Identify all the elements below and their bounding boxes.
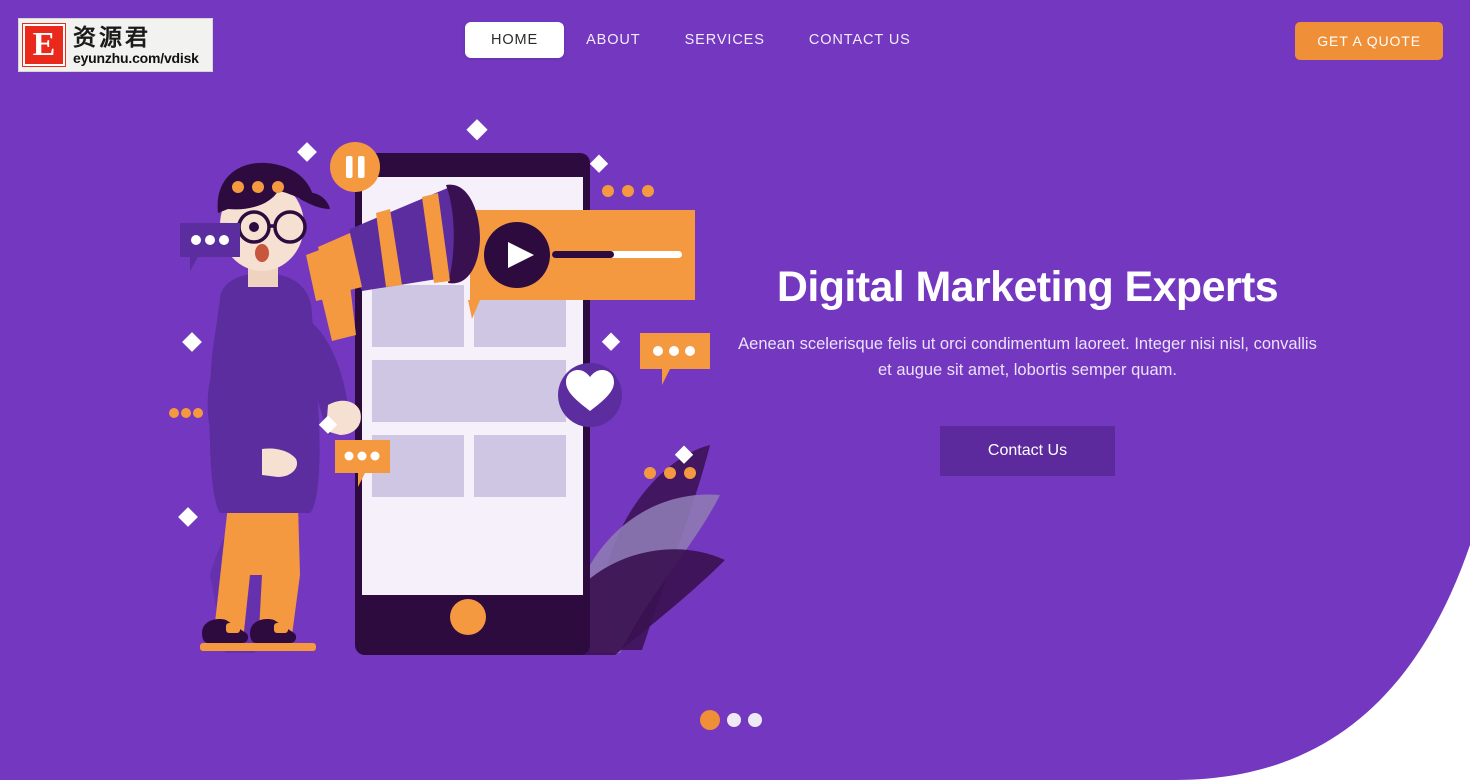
- carousel-dot-3[interactable]: [748, 713, 762, 727]
- hero-page: E 资源君 eyunzhu.com/vdisk HOME ABOUT SERVI…: [0, 0, 1470, 780]
- logo-chinese-name: 资源君: [73, 24, 151, 50]
- chat-bubble-left-top: [180, 223, 240, 271]
- nav-item-home[interactable]: HOME: [465, 22, 565, 58]
- logo-text-group: 资源君 eyunzhu.com/vdisk: [73, 26, 199, 65]
- logo-letter-mark: E: [22, 23, 66, 67]
- phone-home-button: [450, 599, 486, 635]
- get-a-quote-button[interactable]: GET A QUOTE: [1295, 22, 1443, 60]
- nav-item-about[interactable]: ABOUT: [564, 22, 662, 58]
- chat-bubble-orange-right: [640, 333, 710, 385]
- heart-badge: [558, 363, 622, 427]
- hero-illustration: [150, 105, 750, 675]
- nav-links: HOME ABOUT SERVICES CONTACT US: [465, 22, 933, 58]
- hero-title: Digital Marketing Experts: [776, 263, 1279, 311]
- hero-subtitle: Aenean scelerisque felis ut orci condime…: [738, 334, 1317, 380]
- logo-url: eyunzhu.com/vdisk: [73, 49, 199, 66]
- hero-copy-block: Digital Marketing Experts Aenean sceleri…: [735, 262, 1320, 477]
- top-navigation-bar: E 资源君 eyunzhu.com/vdisk HOME ABOUT SERVI…: [0, 0, 1470, 78]
- carousel-dot-2[interactable]: [727, 713, 741, 727]
- site-logo-watermark[interactable]: E 资源君 eyunzhu.com/vdisk: [18, 18, 213, 72]
- pause-badge: [330, 142, 380, 192]
- carousel-dot-1[interactable]: [700, 710, 720, 730]
- contact-us-button[interactable]: Contact Us: [939, 426, 1116, 477]
- nav-item-services[interactable]: SERVICES: [663, 22, 787, 58]
- carousel-dots: [700, 710, 762, 730]
- nav-item-contact-us[interactable]: CONTACT US: [787, 22, 933, 58]
